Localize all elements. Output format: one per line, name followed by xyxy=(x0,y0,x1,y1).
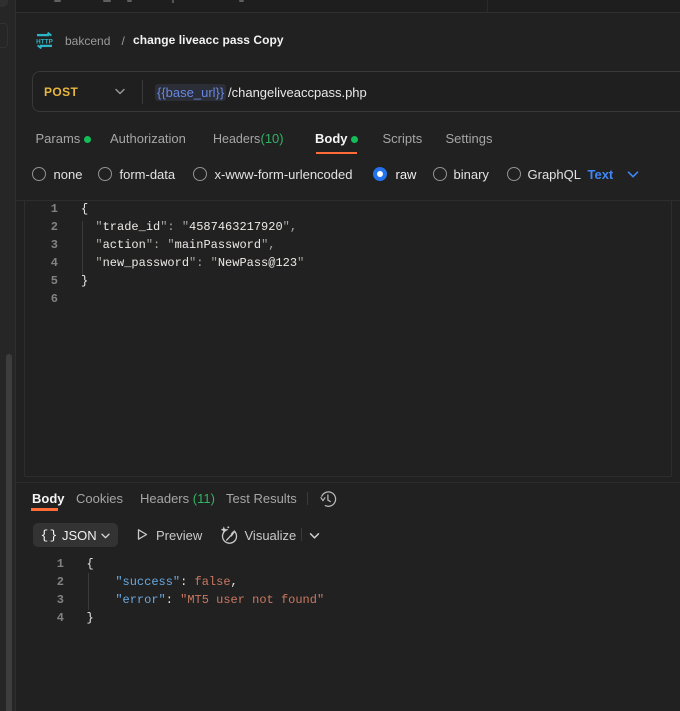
svg-text:HTTP: HTTP xyxy=(36,38,53,45)
